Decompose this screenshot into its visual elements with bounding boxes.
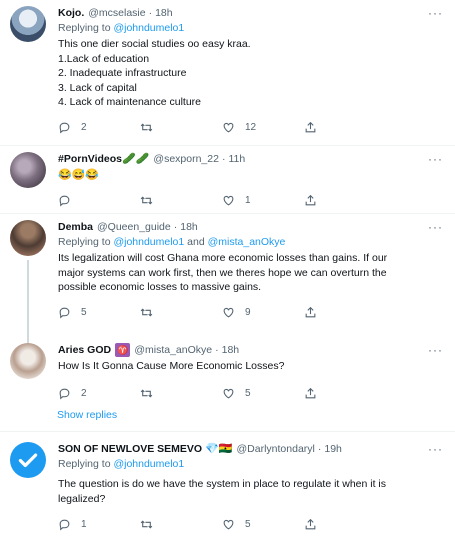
reply-icon	[59, 122, 70, 134]
separator-dot: ·	[148, 7, 153, 19]
mention-link[interactable]: @johndumelo1	[113, 236, 184, 248]
retweet-icon	[140, 519, 153, 529]
reply-button[interactable]: 5	[58, 306, 140, 319]
tweet-text: Its legalization will cost Ghana more ec…	[58, 252, 388, 293]
reply-icon	[59, 388, 70, 400]
heart-icon	[223, 307, 234, 318]
retweet-icon	[140, 308, 153, 317]
name-emoji: 🥒🥒	[122, 153, 150, 165]
mention-link[interactable]: @johndumelo1	[113, 458, 184, 470]
avatar[interactable]	[10, 6, 46, 42]
like-button[interactable]: 5	[222, 518, 304, 531]
like-button[interactable]: 1	[222, 194, 304, 207]
mention-link[interactable]: @johndumelo1	[113, 22, 184, 34]
more-options-icon[interactable]: ···	[428, 442, 443, 456]
retweet-button[interactable]	[140, 194, 222, 207]
display-name[interactable]: Aries GOD	[58, 343, 111, 357]
more-options-icon[interactable]: ···	[428, 343, 443, 357]
reply-button[interactable]: 2	[58, 121, 140, 134]
tweet[interactable]: Aries GOD ♈ @mista_anOkye · 18h How Is I…	[0, 337, 455, 403]
avatar[interactable]	[10, 220, 46, 256]
user-handle[interactable]: @Queen_guide	[97, 220, 171, 234]
replying-to: Replying to @johndumelo1 and @mista_anOk…	[58, 236, 286, 248]
tweet-text: How Is It Gonna Cause More Economic Loss…	[58, 360, 285, 372]
timestamp[interactable]: 19h	[324, 442, 342, 456]
separator-dot: ·	[221, 153, 226, 165]
avatar[interactable]	[10, 152, 46, 188]
retweet-icon	[140, 389, 153, 398]
tweet-text: The question is do we have the system in…	[58, 478, 387, 505]
tweet-actions: 1 5	[58, 510, 388, 538]
share-button[interactable]	[304, 306, 334, 319]
heart-icon	[223, 122, 234, 133]
reply-icon	[59, 195, 70, 207]
thread-line	[27, 260, 29, 343]
user-handle[interactable]: @mcselasie	[88, 6, 145, 20]
share-button[interactable]	[304, 194, 334, 207]
more-options-icon[interactable]: ···	[428, 6, 443, 20]
separator-dot: ·	[215, 344, 219, 356]
heart-icon	[223, 519, 234, 529]
user-handle[interactable]: @Darlyntondaryl	[237, 442, 315, 456]
retweet-icon	[140, 123, 153, 132]
display-name[interactable]: #PornVideos	[58, 152, 122, 166]
reply-button[interactable]	[58, 194, 140, 207]
share-icon	[305, 518, 316, 529]
user-handle[interactable]: @mista_anOkye	[134, 343, 212, 357]
replying-to: Replying to @johndumelo1	[58, 22, 185, 34]
like-button[interactable]: 5	[222, 387, 304, 400]
timestamp[interactable]: 18h	[222, 343, 240, 357]
avatar[interactable]	[10, 442, 46, 478]
share-icon	[305, 387, 316, 399]
avatar[interactable]	[10, 343, 46, 379]
share-button[interactable]	[304, 121, 334, 134]
separator-dot: ·	[317, 443, 322, 455]
reply-button[interactable]: 2	[58, 387, 140, 400]
tweet-actions: 2 5	[58, 380, 388, 408]
tweet-actions: 2 12	[58, 114, 388, 142]
name-emoji: 💎🇬🇭	[205, 443, 233, 455]
display-name[interactable]: Demba	[58, 220, 93, 234]
heart-icon	[223, 195, 234, 206]
retweet-icon	[140, 196, 153, 205]
more-options-icon[interactable]: ···	[428, 220, 443, 234]
timestamp[interactable]: 11h	[228, 152, 245, 166]
user-handle[interactable]: @sexporn_22	[153, 152, 219, 166]
tweet-actions: 5 9	[58, 299, 388, 327]
share-icon	[305, 194, 316, 206]
reply-feed: Kojo. @mcselasie · 18h Replying to @john…	[0, 0, 455, 542]
mention-link[interactable]: @mista_anOkye	[208, 236, 286, 248]
tweet[interactable]: Kojo. @mcselasie · 18h Replying to @john…	[0, 0, 455, 146]
share-button[interactable]	[304, 387, 334, 400]
reply-button[interactable]: 1	[58, 518, 140, 531]
display-name[interactable]: SON OF NEWLOVE SEMEVO	[58, 442, 202, 456]
verified-check-icon	[18, 453, 38, 468]
separator-dot: ·	[173, 221, 178, 233]
timestamp[interactable]: 18h	[180, 220, 198, 234]
share-icon	[305, 306, 316, 318]
tweet-text: 😂😅😂	[58, 169, 100, 181]
share-icon	[305, 121, 316, 133]
retweet-button[interactable]	[140, 518, 222, 531]
tweet[interactable]: SON OF NEWLOVE SEMEVO 💎🇬🇭 @Darlyntondary…	[0, 432, 455, 542]
replying-to: Replying to @johndumelo1	[58, 458, 185, 470]
reply-icon	[59, 307, 70, 319]
tweet[interactable]: #PornVideos 🥒🥒 @sexporn_22 · 11h 😂😅😂 1 ·…	[0, 146, 455, 214]
share-button[interactable]	[304, 518, 334, 531]
reply-icon	[59, 519, 70, 531]
heart-icon	[223, 388, 234, 399]
retweet-button[interactable]	[140, 387, 222, 400]
tweet-text: This one dier social studies oo easy kra…	[58, 38, 251, 108]
timestamp[interactable]: 18h	[155, 6, 173, 20]
aries-badge-icon: ♈	[115, 343, 131, 357]
retweet-button[interactable]	[140, 306, 222, 319]
tweet[interactable]: Demba @Queen_guide · 18h Replying to @jo…	[0, 214, 455, 343]
like-button[interactable]: 12	[222, 121, 304, 134]
display-name[interactable]: Kojo.	[58, 6, 84, 20]
more-options-icon[interactable]: ···	[428, 152, 443, 166]
tweet-actions: 1	[58, 187, 388, 215]
like-button[interactable]: 9	[222, 306, 304, 319]
retweet-button[interactable]	[140, 121, 222, 134]
